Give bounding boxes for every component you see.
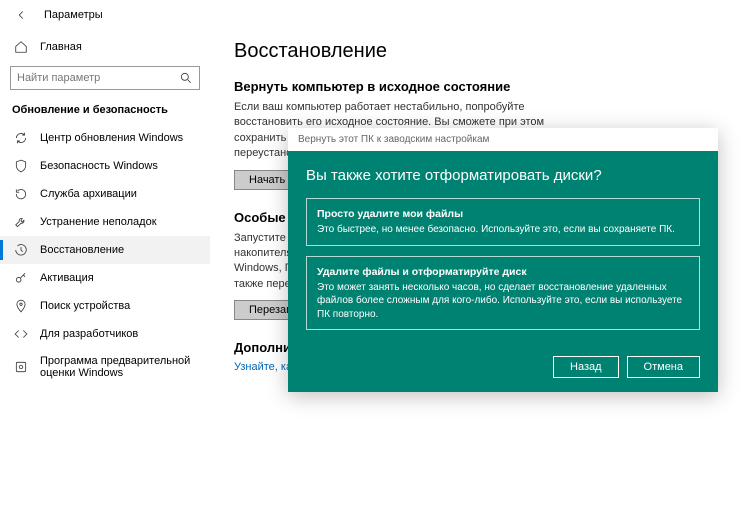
sidebar-item-activation[interactable]: Активация (0, 264, 210, 292)
location-icon (14, 299, 28, 313)
sidebar-category: Обновление и безопасность (0, 100, 210, 124)
option-text: Это быстрее, но менее безопасно. Использ… (317, 223, 689, 237)
dialog-cancel-button[interactable]: Отмена (627, 356, 700, 378)
titlebar: Параметры (0, 0, 740, 30)
sidebar-item-label: Активация (40, 272, 94, 284)
sidebar-item-label: Для разработчиков (40, 328, 138, 340)
search-icon (179, 71, 193, 85)
sidebar-item-label: Поиск устройства (40, 300, 130, 312)
sidebar-item-label: Безопасность Windows (40, 160, 158, 172)
sidebar-item-security[interactable]: Безопасность Windows (0, 152, 210, 180)
sidebar-item-insider[interactable]: Программа предварительной оценки Windows (0, 348, 210, 386)
sidebar-home-label: Главная (40, 41, 82, 53)
sidebar-item-find-device[interactable]: Поиск устройства (0, 292, 210, 320)
page-title: Восстановление (234, 40, 716, 63)
back-icon[interactable] (12, 6, 30, 24)
home-icon (14, 40, 28, 54)
search-placeholder: Найти параметр (17, 72, 100, 84)
recovery-icon (14, 243, 28, 257)
option-format-drive[interactable]: Удалите файлы и отформатируйте диск Это … (306, 256, 700, 331)
sidebar-item-update[interactable]: Центр обновления Windows (0, 124, 210, 152)
option-title: Удалите файлы и отформатируйте диск (317, 265, 689, 279)
sidebar-item-label: Центр обновления Windows (40, 132, 183, 144)
dialog-title: Вы также хотите отформатировать диски? (306, 167, 700, 184)
option-remove-files[interactable]: Просто удалите мои файлы Это быстрее, но… (306, 198, 700, 246)
sidebar-item-developers[interactable]: Для разработчиков (0, 320, 210, 348)
wrench-icon (14, 215, 28, 229)
sidebar-item-backup[interactable]: Служба архивации (0, 180, 210, 208)
sync-icon (14, 131, 28, 145)
window-title: Параметры (44, 9, 103, 21)
dialog-bar: Вернуть этот ПК к заводским настройкам (288, 128, 718, 151)
shield-icon (14, 159, 28, 173)
reset-dialog: Вернуть этот ПК к заводским настройкам В… (288, 128, 718, 392)
sidebar-item-recovery[interactable]: Восстановление (0, 236, 210, 264)
sidebar-item-label: Программа предварительной оценки Windows (40, 355, 196, 379)
sidebar: Главная Найти параметр Обновление и безо… (0, 30, 210, 520)
sidebar-item-label: Восстановление (40, 244, 124, 256)
sidebar-item-label: Устранение неполадок (40, 216, 157, 228)
search-input[interactable]: Найти параметр (10, 66, 200, 90)
backup-icon (14, 187, 28, 201)
sidebar-home[interactable]: Главная (0, 34, 210, 60)
reset-heading: Вернуть компьютер в исходное состояние (234, 79, 716, 94)
insider-icon (14, 360, 28, 374)
key-icon (14, 271, 28, 285)
option-text: Это может занять несколько часов, но сде… (317, 281, 689, 322)
dialog-back-button[interactable]: Назад (553, 356, 619, 378)
code-icon (14, 327, 28, 341)
sidebar-item-label: Служба архивации (40, 188, 137, 200)
option-title: Просто удалите мои файлы (317, 207, 689, 221)
sidebar-item-troubleshoot[interactable]: Устранение неполадок (0, 208, 210, 236)
